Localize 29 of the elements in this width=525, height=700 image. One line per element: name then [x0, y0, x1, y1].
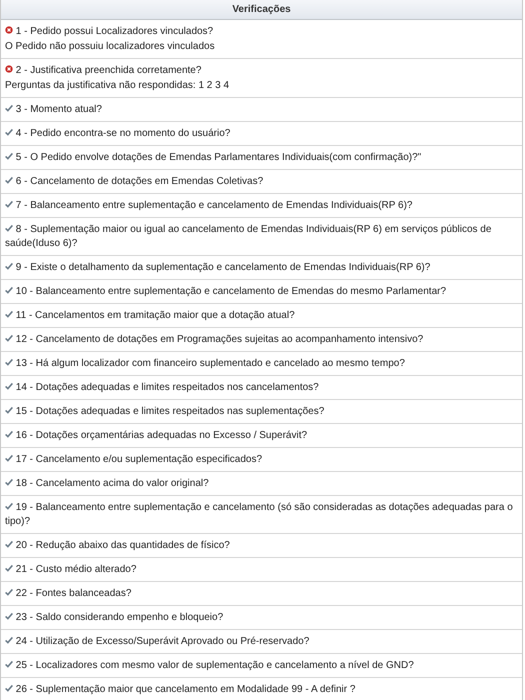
check-label: 23 - Saldo considerando empenho e bloqueio? — [5, 611, 520, 625]
check-label: 26 - Suplementação maior que cancelamento em Modalidade 99 - A definir ? — [5, 683, 520, 697]
check-label: 24 - Utilização de Excesso/Superávit Aprovado ou Pré-reservado? — [5, 635, 520, 649]
check-label: 21 - Custo médio alterado? — [5, 563, 520, 577]
check-label: 17 - Cancelamento e/ou suplementação especificados? — [5, 453, 520, 467]
check-label: 18 - Cancelamento acima do valor original? — [5, 477, 520, 491]
check-detail: O Pedido não possuiu localizadores vinculados — [5, 40, 216, 54]
check-label: 16 - Dotações orçamentárias adequadas no Excesso / Superávit? — [5, 429, 520, 443]
check-label: 13 - Há algum localizador com financeiro suplementado e cancelado ao mesmo tempo? — [5, 357, 520, 371]
check-label: 20 - Redução abaixo das quantidades de físico? — [5, 539, 520, 553]
check-label: 4 - Pedido encontra-se no momento do usuário? — [5, 127, 520, 141]
check-label: 19 - Balanceamento entre suplementação e cancelamento (só são consideradas as dotações adequadas para o tipo)? — [5, 501, 514, 529]
check-label: 15 - Dotações adequadas e limites respeitados nas suplementações? — [5, 405, 520, 419]
check-label: 22 - Fontes balanceadas? — [5, 587, 520, 601]
check-label: 12 - Cancelamento de dotações em Programações sujeitas ao acompanhamento intensivo? — [5, 333, 520, 347]
check-label: 5 - O Pedido envolve dotações de Emendas Parlamentares Individuais(com confirmação)?" — [5, 151, 520, 165]
check-label: 25 - Localizadores com mesmo valor de suplementação e cancelamento a nível de GND? — [5, 659, 520, 673]
check-label: 6 - Cancelamento de dotações em Emendas Coletivas? — [5, 175, 520, 189]
check-label: 2 - Justificativa preenchida corretamente? — [5, 64, 520, 78]
check-detail: Perguntas da justificativa não respondidas: 1 2 3 4 — [5, 79, 230, 93]
check-label: 10 - Balanceamento entre suplementação e cancelamento de Emendas do mesmo Parlamentar? — [5, 285, 520, 299]
check-label: 8 - Suplementação maior ou igual ao cancelamento de Emendas Individuais(RP 6) em serviços públicos de saúde(Iduso 6)? — [5, 223, 492, 251]
check-label: 1 - Pedido possui Localizadores vinculados? — [5, 25, 520, 39]
check-label: 14 - Dotações adequadas e limites respeitados nos cancelamentos? — [5, 381, 520, 395]
check-label: 3 - Momento atual? — [5, 103, 520, 117]
panel-title: Verificações — [1, 0, 522, 20]
check-label: 9 - Existe o detalhamento da suplementação e cancelamento de Emendas Individuais(RP 6)? — [5, 261, 520, 275]
check-label: 7 - Balanceamento entre suplementação e cancelamento de Emendas Individuais(RP 6)? — [5, 199, 520, 213]
check-label: 11 - Cancelamentos em tramitação maior que a dotação atual? — [5, 309, 520, 323]
